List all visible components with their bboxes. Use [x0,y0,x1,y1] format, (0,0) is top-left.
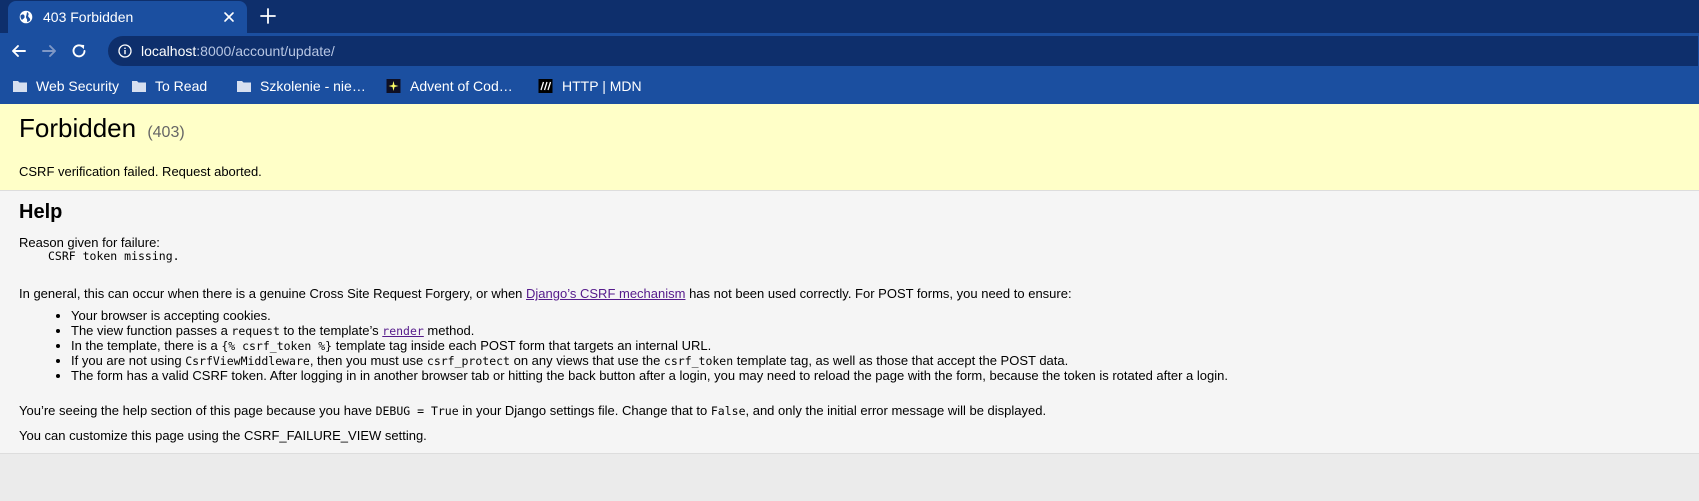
tab-title: 403 Forbidden [43,9,134,25]
django-csrf-link[interactable]: Django’s CSRF mechanism [526,286,685,301]
ensure-list: Your browser is accepting cookies. The v… [19,308,1228,383]
reason-label: Reason given for failure: [19,235,160,250]
summary-section: Forbidden (403) CSRF verification failed… [0,104,1699,191]
text-span: In the template, there is a [71,338,222,353]
list-item: In the template, there is a {% csrf_toke… [71,338,1228,353]
debug-note: You’re seeing the help section of this p… [19,403,1046,418]
text-span: In general, this can occur when there is… [19,286,527,301]
failure-message: CSRF verification failed. Request aborte… [19,164,262,179]
page-title: Forbidden (403) [19,113,185,144]
help-section: Help Reason given for failure: CSRF toke… [0,191,1699,454]
list-item: The form has a valid CSRF token. After l… [71,368,1228,383]
folder-icon [13,81,27,92]
url-path: :8000/account/update/ [196,43,335,59]
advent-star-icon [386,79,401,93]
text-span: to the template’s [279,323,383,338]
title-text: Forbidden [19,113,137,143]
back-arrow-icon[interactable] [10,42,28,60]
text-span: Your browser is accepting cookies. [71,308,271,323]
new-tab-plus-icon[interactable] [259,7,277,25]
text-span: in your Django settings file. Change tha… [458,403,711,418]
bookmark-label: To Read [155,78,208,94]
bookmark-label: Szkolenie - nie… [260,78,366,94]
text-span: The form has a valid CSRF token. After l… [71,368,1228,383]
url-host: localhost [141,43,197,59]
tab-active[interactable]: 403 Forbidden [8,1,247,33]
text-span: , then you must use [309,353,427,368]
list-item: Your browser is accepting cookies. [71,308,1228,323]
inline-code: request [231,324,280,338]
text-span: template tag, as well as those that acce… [733,353,1069,368]
forward-arrow-icon[interactable] [40,42,58,60]
mdn-icon [538,79,553,93]
status-code: (403) [147,124,185,141]
bookmark-label: Advent of Cod… [410,78,513,94]
bookmark-label: Web Security [36,78,119,94]
inline-code: CsrfViewMiddleware [185,354,310,368]
list-item: The view function passes a request to th… [71,323,1228,338]
text-span: , and only the initial error message wil… [745,403,1047,418]
inline-code: False [710,404,746,418]
text-span: method. [423,323,475,338]
inline-code: DEBUG = True [375,404,459,418]
text-span: has not been used correctly. For POST fo… [685,286,1072,301]
folder-icon [237,81,251,92]
address-bar[interactable]: localhost:8000/account/update/ [108,36,1698,66]
inline-code: {% csrf_token %} [221,339,333,353]
general-explanation: In general, this can occur when there is… [19,286,1072,301]
inline-code: csrf_protect [426,354,510,368]
reload-icon[interactable] [70,42,88,60]
text-span: template tag inside each POST form that … [332,338,712,353]
page-content: Forbidden (403) CSRF verification failed… [0,104,1699,501]
customize-note: You can customize this page using the CS… [19,428,427,443]
tab-strip: 403 Forbidden [0,0,1699,33]
inline-code: csrf_token [663,354,734,368]
help-heading: Help [19,201,63,223]
text-span: If you are not using [71,353,186,368]
url-text[interactable]: localhost:8000/account/update/ [141,43,335,59]
list-item: If you are not using CsrfViewMiddleware,… [71,353,1228,368]
browser-toolbar: localhost:8000/account/update/ [0,33,1699,69]
folder-icon [132,81,146,92]
render-link[interactable]: render [382,324,424,338]
globe-icon [19,10,33,24]
text-span: The view function passes a [71,323,232,338]
text-span: You’re seeing the help section of this p… [19,403,376,418]
bookmark-label: HTTP | MDN [562,78,642,94]
info-icon[interactable] [118,44,132,58]
text-span: on any views that use the [509,353,664,368]
bookmarks-bar: Web Security To Read Szkolenie - nie… Ad… [0,69,1699,104]
close-icon[interactable] [221,9,237,25]
reason-value: CSRF token missing. [48,249,180,263]
